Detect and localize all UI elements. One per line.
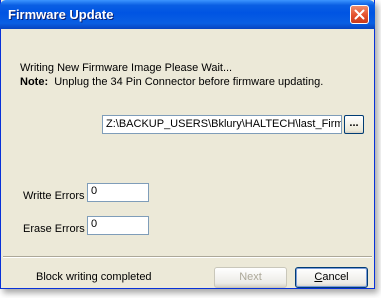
cancel-button[interactable]: Cancel <box>295 267 368 288</box>
write-errors-field[interactable]: 0 <box>87 183 149 202</box>
firmware-file-path-field[interactable]: Z:\BACKUP_USERS\Bklury\HALTECH\last_Firm… <box>102 115 342 134</box>
next-button[interactable]: Next <box>214 267 287 288</box>
erase-errors-field[interactable]: 0 <box>87 216 149 235</box>
close-icon <box>354 9 365 20</box>
instruction-text: Writing New Firmware Image Please Wait..… <box>20 62 233 74</box>
note-line: Note: Unplug the 34 Pin Connector before… <box>20 76 323 88</box>
close-button[interactable] <box>350 5 369 24</box>
status-text: Block writing completed <box>36 271 152 283</box>
write-errors-label: Writte Errors <box>23 190 85 202</box>
browse-button[interactable]: ... <box>344 115 364 134</box>
note-text: Unplug the 34 Pin Connector before firmw… <box>54 76 324 88</box>
footer-divider <box>3 256 372 258</box>
window-title: Firmware Update <box>8 7 114 22</box>
erase-errors-label: Erase Errors <box>23 223 85 235</box>
cancel-label-rest: ancel <box>322 271 349 283</box>
note-label: Note: <box>20 76 49 88</box>
title-bar[interactable]: Firmware Update <box>0 0 375 29</box>
firmware-update-dialog: Firmware Update Writing New Firmware Ima… <box>0 0 375 289</box>
